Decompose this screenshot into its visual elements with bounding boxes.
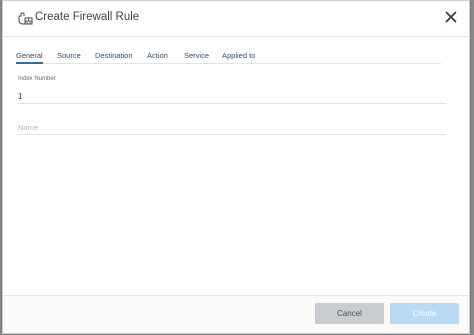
cancel-button[interactable]: Cancel bbox=[315, 303, 384, 324]
tab-general[interactable]: General bbox=[16, 46, 43, 64]
create-button[interactable]: Create bbox=[390, 303, 459, 324]
create-firewall-rule-dialog: Create Firewall Rule General Source Dest… bbox=[2, 0, 470, 334]
tab-action[interactable]: Action bbox=[147, 46, 168, 64]
tab-source[interactable]: Source bbox=[57, 46, 81, 64]
index-number-input[interactable] bbox=[18, 87, 446, 104]
firewall-rule-icon bbox=[17, 12, 33, 26]
close-icon[interactable] bbox=[443, 9, 459, 25]
name-input[interactable] bbox=[18, 118, 446, 135]
tab-applied-to[interactable]: Applied to bbox=[222, 46, 255, 64]
tab-destination[interactable]: Destination bbox=[95, 46, 133, 64]
dialog-footer: Cancel Create bbox=[3, 295, 469, 333]
dialog-header: Create Firewall Rule bbox=[3, 1, 469, 37]
dialog-tabs: General Source Destination Action Servic… bbox=[16, 46, 441, 64]
index-number-label: Index Number bbox=[18, 76, 56, 82]
dialog-title: Create Firewall Rule bbox=[35, 11, 140, 23]
tab-service[interactable]: Service bbox=[184, 46, 209, 64]
